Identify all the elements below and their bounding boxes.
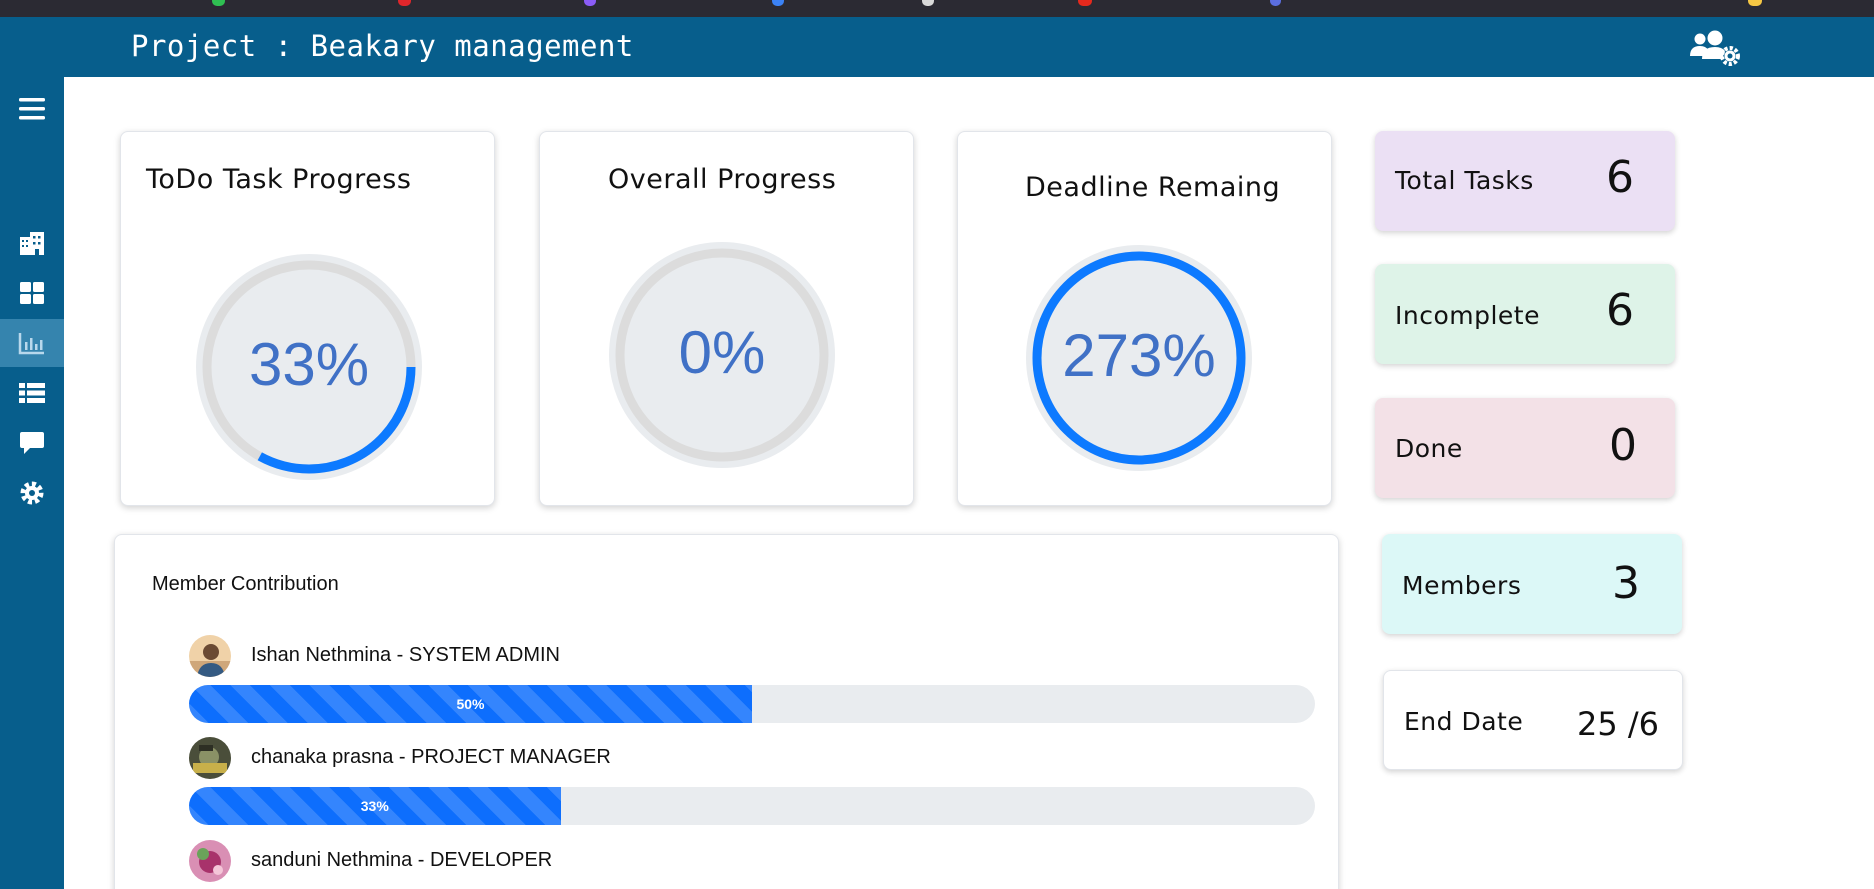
todo-progress-value: 33%	[248, 331, 370, 398]
chart-bar-icon[interactable]	[0, 319, 64, 367]
incomplete-value: 6	[1606, 285, 1634, 336]
incomplete-tile: Incomplete 6	[1375, 264, 1675, 364]
end-date-value: 25 /6	[1577, 705, 1660, 743]
todo-progress-card: ToDo Task Progress 33%	[120, 131, 495, 506]
done-tile: Done 0	[1375, 398, 1675, 498]
deadline-card: Deadline Remaing 273%	[957, 131, 1332, 506]
list-table-icon[interactable]	[0, 369, 64, 417]
overall-progress-title: Overall Progress	[608, 164, 837, 195]
avatar	[189, 635, 231, 677]
members-tile: Members 3	[1382, 534, 1682, 634]
contribution-bar-fill: 33%	[189, 787, 561, 825]
todo-progress-ring: 33%	[194, 252, 424, 482]
end-date-tile: End Date 25 /6	[1383, 670, 1683, 770]
done-value: 0	[1609, 420, 1637, 471]
overall-progress-value: 0%	[678, 319, 766, 386]
member-contribution-title: Member Contribution	[152, 573, 339, 595]
gear-icon[interactable]	[0, 469, 64, 517]
comment-icon[interactable]	[0, 419, 64, 467]
browser-tab-strip	[0, 0, 1874, 17]
grid-dashboard-icon[interactable]	[0, 269, 64, 317]
avatar	[189, 840, 231, 882]
overall-progress-card: Overall Progress 0%	[539, 131, 914, 506]
app-header: Project : Beakary management	[0, 17, 1874, 77]
member-name: chanaka prasna - PROJECT MANAGER	[251, 746, 611, 768]
member-name: Ishan Nethmina - SYSTEM ADMIN	[251, 644, 560, 666]
contribution-bar-track: 50%	[189, 685, 1315, 723]
members-label: Members	[1402, 571, 1522, 600]
total-tasks-value: 6	[1606, 152, 1634, 203]
total-tasks-label: Total Tasks	[1395, 166, 1534, 195]
hamburger-menu-icon[interactable]	[0, 85, 64, 133]
project-title: Project : Beakary management	[131, 29, 634, 63]
building-icon[interactable]	[0, 219, 64, 267]
member-contribution-card: Member Contribution Ishan Nethmina - SYS…	[114, 534, 1339, 889]
overall-progress-ring: 0%	[607, 240, 837, 470]
total-tasks-tile: Total Tasks 6	[1375, 131, 1675, 231]
deadline-ring: 273%	[1024, 243, 1254, 473]
contribution-bar-fill: 50%	[189, 685, 752, 723]
deadline-title: Deadline Remaing	[1025, 172, 1281, 203]
members-value: 3	[1612, 558, 1640, 609]
users-gear-icon[interactable]	[1689, 29, 1741, 67]
avatar	[189, 737, 231, 779]
member-name: sanduni Nethmina - DEVELOPER	[251, 849, 553, 871]
end-date-label: End Date	[1404, 707, 1524, 736]
todo-progress-title: ToDo Task Progress	[146, 164, 412, 195]
incomplete-label: Incomplete	[1395, 301, 1540, 330]
deadline-value: 273%	[1062, 322, 1216, 389]
contribution-bar-track: 33%	[189, 787, 1315, 825]
done-label: Done	[1395, 434, 1463, 463]
sidebar	[0, 77, 64, 889]
